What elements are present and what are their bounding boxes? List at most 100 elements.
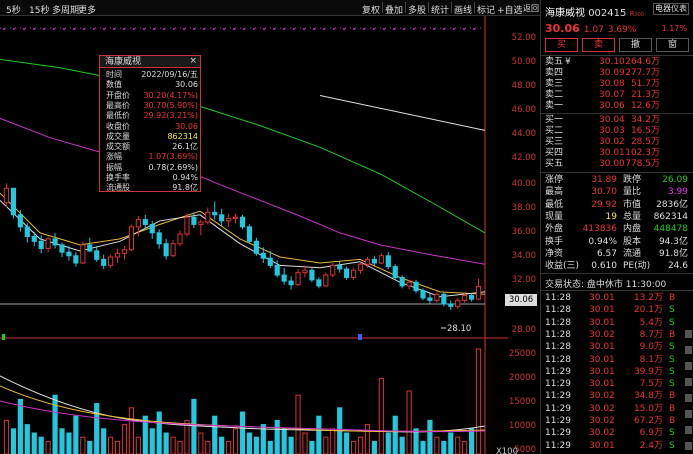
- fuquan-button[interactable]: 复权: [362, 3, 380, 16]
- stat-row: 现量 19 总量 862314: [541, 212, 693, 223]
- back-button[interactable]: 返回: [523, 3, 539, 14]
- r-badge-sub: 300: [634, 12, 644, 18]
- tick-price: 30.02: [589, 428, 615, 439]
- candle: [142, 219, 148, 225]
- tick-time: 11:29: [545, 416, 571, 426]
- candle: [114, 252, 121, 258]
- tooltip-value: 1.07(3.69%): [148, 152, 198, 162]
- scrollbar-segment[interactable]: [685, 330, 692, 338]
- draw-line-button[interactable]: 画线: [454, 3, 472, 16]
- candle: [371, 258, 377, 264]
- candle: [87, 244, 93, 252]
- tooltip-value: 91.8亿: [172, 183, 198, 193]
- tick-side: S: [669, 428, 675, 439]
- stat-value: 862314: [653, 211, 688, 222]
- multi-stock-button[interactable]: 多股: [408, 3, 426, 16]
- volume-bar: [128, 407, 135, 454]
- candle: [364, 258, 371, 265]
- bid-row[interactable]: 买二 30.03 16.5万: [541, 126, 693, 137]
- multi-period-button[interactable]: 多周期: [52, 3, 79, 16]
- window-button[interactable]: 窗: [656, 38, 689, 52]
- volume-bar: [246, 432, 253, 454]
- price-tick-label: 38.00: [511, 203, 536, 213]
- tick-volume: 20.1万: [633, 305, 663, 316]
- sell-button[interactable]: 卖: [582, 38, 615, 52]
- period-15s[interactable]: 15秒: [29, 3, 49, 16]
- tick-volume: 67.2万: [633, 416, 663, 426]
- candle: [24, 226, 30, 237]
- add-watchlist-button[interactable]: +自选: [497, 3, 523, 16]
- period-5s[interactable]: 5秒: [6, 3, 21, 16]
- candle: [330, 264, 336, 276]
- quote-panel: 海康威视 002415 R300 电器仪表 30.06 1.07 3.69% 1.1…: [540, 0, 693, 454]
- bid-volume: 34.2万: [630, 115, 660, 125]
- tick-volume: 6.9万: [639, 428, 663, 439]
- stat-value: 6.57: [596, 248, 617, 259]
- cancel-order-button[interactable]: 撤: [619, 38, 652, 52]
- signal-dot: [423, 28, 425, 30]
- current-price-tag: 30.06: [505, 294, 537, 306]
- ask-level: 卖二: [545, 90, 564, 100]
- bid-row[interactable]: 买三 30.02 28.5万: [541, 137, 693, 148]
- kline-chart[interactable]: 28.10: [0, 16, 508, 454]
- tooltip-key: 换手率: [106, 173, 130, 182]
- ask-price: 30.07: [599, 90, 625, 100]
- close-icon[interactable]: ×: [189, 56, 197, 66]
- tooltip-row: 最高价 30.70(5.90%): [106, 101, 198, 112]
- volume-bar: [149, 428, 155, 454]
- ask-row[interactable]: 卖四 30.09 277.7万: [541, 68, 693, 79]
- volume-bar: [45, 440, 51, 454]
- tooltip-row: 流通股 91.8亿: [106, 183, 198, 194]
- candle: [52, 238, 58, 246]
- signal-dot: [13, 28, 15, 30]
- volume-unit-label: X100: [495, 447, 518, 454]
- bid-row[interactable]: 买五 30.00 778.5万: [541, 159, 693, 170]
- tick-row: 11:28 30.01 5.4万 S: [541, 318, 693, 329]
- candle: [399, 276, 405, 287]
- ask-row[interactable]: 卖五 30.10 264.6万: [541, 57, 693, 68]
- tick-volume: 15.0万: [633, 403, 663, 414]
- stat-label: 最低: [545, 199, 564, 210]
- bid-row[interactable]: 买四 30.01 102.3万: [541, 148, 693, 159]
- more-button[interactable]: 更多: [78, 3, 96, 16]
- scrollbar-segment[interactable]: [685, 442, 692, 450]
- sector-button[interactable]: 电器仪表: [653, 3, 689, 15]
- stat-label: 内盘: [623, 224, 642, 235]
- ask-row[interactable]: 卖二 30.07 21.3万: [541, 90, 693, 101]
- scrollbar-segment[interactable]: [685, 378, 692, 386]
- tooltip-row: 最低价 29.92(3.21%): [106, 111, 198, 122]
- candle: [205, 211, 211, 223]
- scrollbar-segment[interactable]: [685, 362, 692, 370]
- stat-value: 413836: [582, 224, 617, 235]
- volume-bar: [420, 440, 426, 454]
- scrollbar-segment[interactable]: [685, 346, 692, 354]
- candle: [267, 257, 273, 266]
- tick-row: 11:28 30.01 8.1万 S: [541, 355, 693, 366]
- candle: [413, 281, 419, 292]
- volume-bar: [73, 415, 79, 454]
- mark-button[interactable]: 标记: [477, 3, 495, 16]
- scrollbar-segment[interactable]: [685, 410, 692, 418]
- statistics-button[interactable]: 统计: [431, 3, 449, 16]
- bid-level: 买四: [545, 148, 564, 158]
- buy-button[interactable]: 买: [545, 38, 578, 52]
- tick-price: 30.02: [589, 403, 615, 414]
- volume-bar: [323, 436, 329, 454]
- tick-volume: 8.1万: [639, 354, 663, 365]
- volume-bar: [295, 394, 301, 454]
- overlay-button[interactable]: 叠加: [385, 3, 403, 16]
- tooltip-value: 29.92(3.21%): [143, 111, 198, 121]
- candle: [156, 232, 162, 245]
- tooltip-row: 时间 2022/09/16/五: [106, 70, 198, 81]
- ask-row[interactable]: 卖一 30.06 12.6万: [541, 101, 693, 112]
- volume-bar: [94, 403, 100, 454]
- volume-bar: [309, 440, 315, 454]
- scrollbar-segment[interactable]: [685, 426, 692, 434]
- event-marker: [2, 334, 5, 340]
- signal-dot: [313, 28, 315, 30]
- bid-row[interactable]: 买一 30.04 34.2万: [541, 115, 693, 126]
- candle: [149, 223, 155, 234]
- scrollbar-segment[interactable]: [685, 394, 692, 402]
- ask-row[interactable]: 卖三 30.08 51.7万: [541, 79, 693, 90]
- candle: [246, 226, 253, 242]
